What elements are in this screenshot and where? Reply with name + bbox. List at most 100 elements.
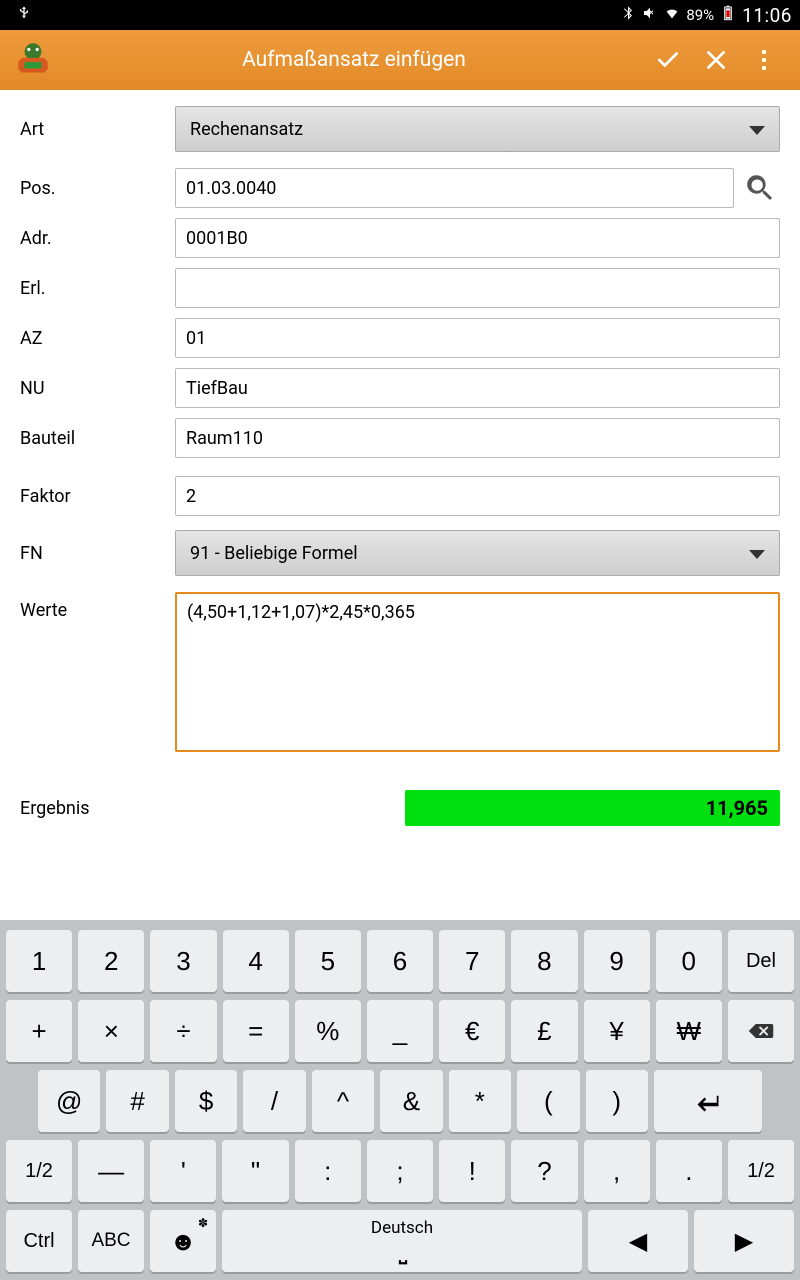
key-3[interactable]: 3: [150, 930, 216, 992]
ergebnis-value: 11,965: [405, 790, 780, 826]
key-₩[interactable]: ₩: [656, 1000, 722, 1062]
art-dropdown[interactable]: Rechenansatz: [175, 106, 780, 152]
key-×[interactable]: ×: [78, 1000, 144, 1062]
row-faktor: Faktor: [20, 476, 780, 516]
label-nu: NU: [20, 378, 175, 399]
clock: 11:06: [742, 4, 792, 27]
row-nu: NU: [20, 368, 780, 408]
key-abc[interactable]: ABC: [78, 1210, 144, 1272]
row-art: Art Rechenansatz: [20, 106, 780, 152]
nu-input[interactable]: [175, 368, 780, 408]
label-ergebnis: Ergebnis: [20, 798, 405, 819]
key-+[interactable]: +: [6, 1000, 72, 1062]
fn-dropdown[interactable]: 91 - Beliebige Formel: [175, 530, 780, 576]
key-=[interactable]: =: [223, 1000, 289, 1062]
key-7[interactable]: 7: [439, 930, 505, 992]
cancel-button[interactable]: [692, 36, 740, 84]
row-werte: Werte: [20, 592, 780, 752]
label-adr: Adr.: [20, 228, 175, 249]
key-¥[interactable]: ¥: [584, 1000, 650, 1062]
row-pos: Pos.: [20, 168, 780, 208]
enter-icon: [694, 1089, 722, 1113]
overflow-menu-icon: [762, 50, 766, 70]
key-#[interactable]: #: [106, 1070, 168, 1132]
adr-input[interactable]: [175, 218, 780, 258]
backspace-icon: [747, 1019, 775, 1043]
key-€[interactable]: €: [439, 1000, 505, 1062]
key-?[interactable]: ?: [511, 1140, 577, 1202]
space-label: Deutsch: [371, 1218, 433, 1238]
key-space[interactable]: Deutsch⎵: [222, 1210, 582, 1272]
confirm-button[interactable]: [644, 36, 692, 84]
key-8[interactable]: 8: [511, 930, 577, 992]
key-%[interactable]: %: [295, 1000, 361, 1062]
key-page-left[interactable]: 1/2: [6, 1140, 72, 1202]
label-bauteil: Bauteil: [20, 428, 175, 449]
key-2[interactable]: 2: [78, 930, 144, 992]
key-)[interactable]: ): [586, 1070, 648, 1132]
key-4[interactable]: 4: [223, 930, 289, 992]
label-pos: Pos.: [20, 178, 175, 199]
key-delete[interactable]: Del: [728, 930, 794, 992]
key-^[interactable]: ^: [312, 1070, 374, 1132]
key-emoji[interactable]: ☻✽: [150, 1210, 216, 1272]
key-1[interactable]: 1: [6, 930, 72, 992]
key-÷[interactable]: ÷: [150, 1000, 216, 1062]
key-'[interactable]: ': [150, 1140, 216, 1202]
key-enter[interactable]: [654, 1070, 762, 1132]
label-werte: Werte: [20, 592, 175, 621]
key-.[interactable]: .: [656, 1140, 722, 1202]
gear-icon: ✽: [198, 1216, 208, 1230]
form: Art Rechenansatz Pos. Adr. Erl. AZ NU Ba…: [0, 90, 800, 836]
key-;[interactable]: ;: [367, 1140, 433, 1202]
label-fn: FN: [20, 543, 175, 564]
key-$[interactable]: $: [175, 1070, 237, 1132]
key-([interactable]: (: [517, 1070, 579, 1132]
pos-input[interactable]: [175, 168, 734, 208]
key-£[interactable]: £: [511, 1000, 577, 1062]
bauteil-input[interactable]: [175, 418, 780, 458]
row-ergebnis: Ergebnis 11,965: [20, 790, 780, 826]
key-0[interactable]: 0: [656, 930, 722, 992]
row-erl: Erl.: [20, 268, 780, 308]
key-,[interactable]: ,: [584, 1140, 650, 1202]
key-:[interactable]: :: [295, 1140, 361, 1202]
row-az: AZ: [20, 318, 780, 358]
action-bar: Aufmaßansatz einfügen: [0, 30, 800, 90]
pos-search-button[interactable]: [740, 168, 780, 208]
key-"[interactable]: ": [222, 1140, 288, 1202]
battery-percent: 89%: [686, 6, 714, 24]
key-ctrl[interactable]: Ctrl: [6, 1210, 72, 1272]
key-arrow-left[interactable]: ◀: [588, 1210, 688, 1272]
key-_[interactable]: _: [367, 1000, 433, 1062]
page-title: Aufmaßansatz einfügen: [64, 48, 644, 72]
key-—[interactable]: —: [78, 1140, 144, 1202]
werte-textarea[interactable]: [175, 592, 780, 752]
key-*[interactable]: *: [449, 1070, 511, 1132]
row-adr: Adr.: [20, 218, 780, 258]
app-icon: [12, 39, 54, 81]
overflow-menu-button[interactable]: [740, 36, 788, 84]
key-/[interactable]: /: [243, 1070, 305, 1132]
search-icon: [743, 171, 777, 205]
key-9[interactable]: 9: [584, 930, 650, 992]
key-backspace[interactable]: [728, 1000, 794, 1062]
faktor-input[interactable]: [175, 476, 780, 516]
row-fn: FN 91 - Beliebige Formel: [20, 530, 780, 576]
label-erl: Erl.: [20, 278, 175, 299]
keyboard: 1234567890Del +×÷=%_€£¥₩ @#$/^&*() 1/2—'…: [0, 920, 800, 1280]
label-art: Art: [20, 119, 175, 140]
key-@[interactable]: @: [38, 1070, 100, 1132]
bluetooth-icon: [620, 5, 636, 25]
key-![interactable]: !: [439, 1140, 505, 1202]
az-input[interactable]: [175, 318, 780, 358]
row-bauteil: Bauteil: [20, 418, 780, 458]
emoji-icon: ☻: [169, 1226, 196, 1257]
erl-input[interactable]: [175, 268, 780, 308]
key-6[interactable]: 6: [367, 930, 433, 992]
key-page-right[interactable]: 1/2: [728, 1140, 794, 1202]
key-arrow-right[interactable]: ▶: [694, 1210, 794, 1272]
key-&[interactable]: &: [380, 1070, 442, 1132]
key-5[interactable]: 5: [295, 930, 361, 992]
usb-icon: [16, 5, 32, 25]
